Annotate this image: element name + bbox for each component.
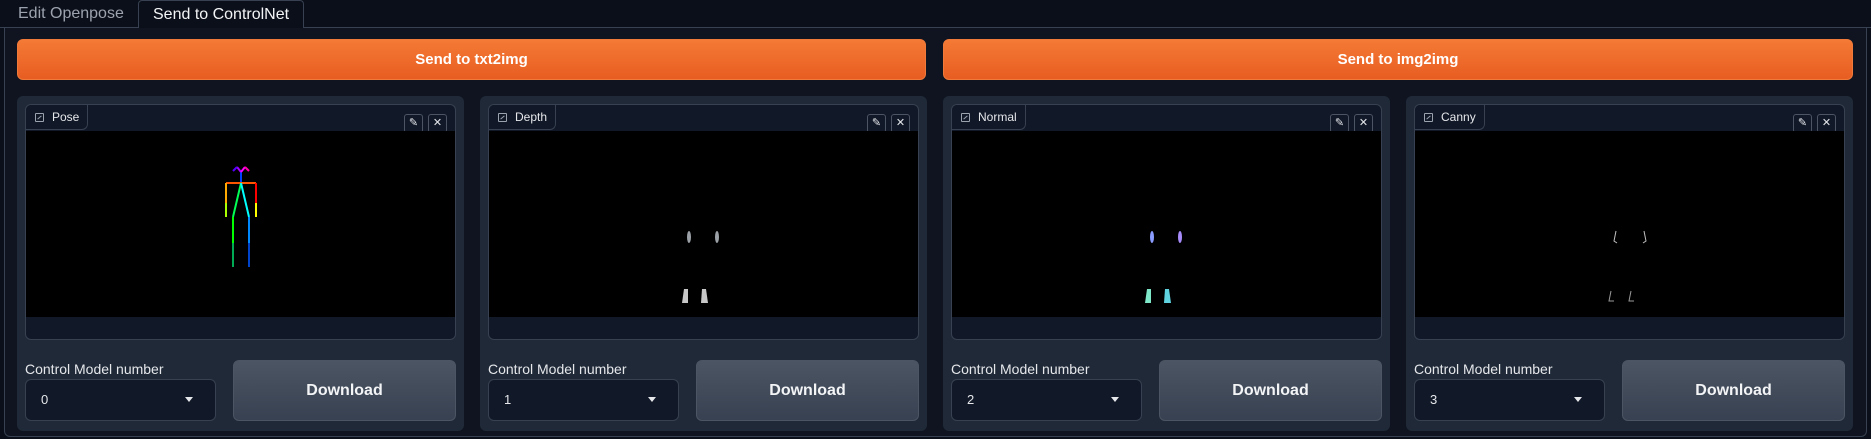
pose-skeleton [225, 166, 257, 267]
image-label: Normal [952, 105, 1026, 130]
image-preview: Depth ✎ ✕ [488, 104, 919, 340]
select-value: 2 [967, 392, 975, 407]
chevron-down-icon [1111, 397, 1119, 402]
pencil-icon: ✎ [1797, 117, 1808, 129]
canny-canvas[interactable] [1415, 131, 1844, 317]
control-model-number-select[interactable]: 2 [951, 379, 1142, 421]
download-button[interactable]: Download [1622, 360, 1845, 421]
image-label-text: Normal [978, 110, 1017, 124]
image-preview: Canny ✎ ✕ [1414, 104, 1845, 340]
image-icon [961, 113, 970, 122]
image-label: Pose [26, 105, 89, 130]
select-value: 0 [41, 392, 49, 407]
close-icon: ✕ [895, 117, 906, 129]
chevron-down-icon [185, 397, 193, 402]
depth-canvas[interactable] [489, 131, 918, 317]
tab-send-to-controlnet[interactable]: Send to ControlNet [138, 0, 305, 29]
download-button[interactable]: Download [696, 360, 919, 421]
send-to-img2img-button[interactable]: Send to img2img [943, 39, 1853, 80]
normal-map [1145, 231, 1182, 303]
image-label-text: Canny [1441, 110, 1476, 124]
pose-canvas[interactable] [26, 131, 455, 317]
image-label: Depth [489, 105, 557, 130]
select-value: 1 [504, 392, 512, 407]
control-model-number-select[interactable]: 1 [488, 379, 679, 421]
select-value: 3 [1430, 392, 1438, 407]
image-label-text: Pose [52, 110, 80, 124]
canny-edges [1608, 230, 1647, 302]
depth-map [682, 231, 719, 303]
chevron-down-icon [648, 397, 656, 402]
control-card-pose: Pose ✎ ✕ Control Model number 0 Download [17, 96, 464, 431]
send-to-txt2img-button[interactable]: Send to txt2img [17, 39, 926, 80]
tab-bar: Edit Openpose Send to ControlNet [0, 0, 1871, 29]
download-button[interactable]: Download [1159, 360, 1382, 421]
image-preview: Normal ✎ ✕ [951, 104, 1382, 340]
control-card-normal: Normal ✎ ✕ Control Model number 2 Downlo… [943, 96, 1390, 431]
control-card-depth: Depth ✎ ✕ Control Model number 1 Downloa… [480, 96, 927, 431]
chevron-down-icon [1574, 397, 1582, 402]
pencil-icon: ✎ [1334, 117, 1345, 129]
control-model-number-select[interactable]: 0 [25, 379, 216, 421]
control-card-canny: Canny ✎ ✕ Control Model number 3 Downloa… [1406, 96, 1853, 431]
download-button[interactable]: Download [233, 360, 456, 421]
control-model-number-label: Control Model number [1414, 361, 1553, 377]
close-icon: ✕ [432, 117, 443, 129]
image-label: Canny [1415, 105, 1485, 130]
image-icon [498, 113, 507, 122]
image-icon [1424, 113, 1433, 122]
close-icon: ✕ [1358, 117, 1369, 129]
image-preview: Pose ✎ ✕ [25, 104, 456, 340]
control-model-number-select[interactable]: 3 [1414, 379, 1605, 421]
normal-canvas[interactable] [952, 131, 1381, 317]
image-icon [35, 113, 44, 122]
control-model-number-label: Control Model number [25, 361, 164, 377]
control-model-number-label: Control Model number [951, 361, 1090, 377]
control-model-number-label: Control Model number [488, 361, 627, 377]
image-label-text: Depth [515, 110, 548, 124]
pencil-icon: ✎ [408, 117, 419, 129]
pencil-icon: ✎ [871, 117, 882, 129]
close-icon: ✕ [1821, 117, 1832, 129]
tab-edit-openpose[interactable]: Edit Openpose [4, 0, 138, 28]
